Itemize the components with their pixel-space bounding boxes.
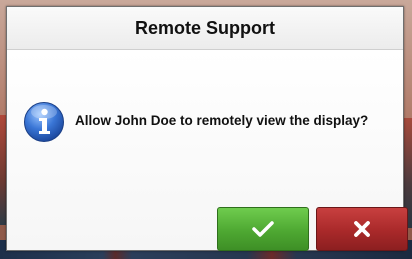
reject-button[interactable] <box>316 207 408 251</box>
remote-support-dialog: Remote Support Allow John Doe to remotel… <box>6 6 408 251</box>
checkmark-icon <box>252 221 274 237</box>
accept-button[interactable] <box>217 207 309 251</box>
info-icon <box>24 102 64 142</box>
close-icon <box>354 221 370 237</box>
dialog-message: Allow John Doe to remotely view the disp… <box>75 113 369 128</box>
dialog-title: Remote Support <box>7 7 403 50</box>
